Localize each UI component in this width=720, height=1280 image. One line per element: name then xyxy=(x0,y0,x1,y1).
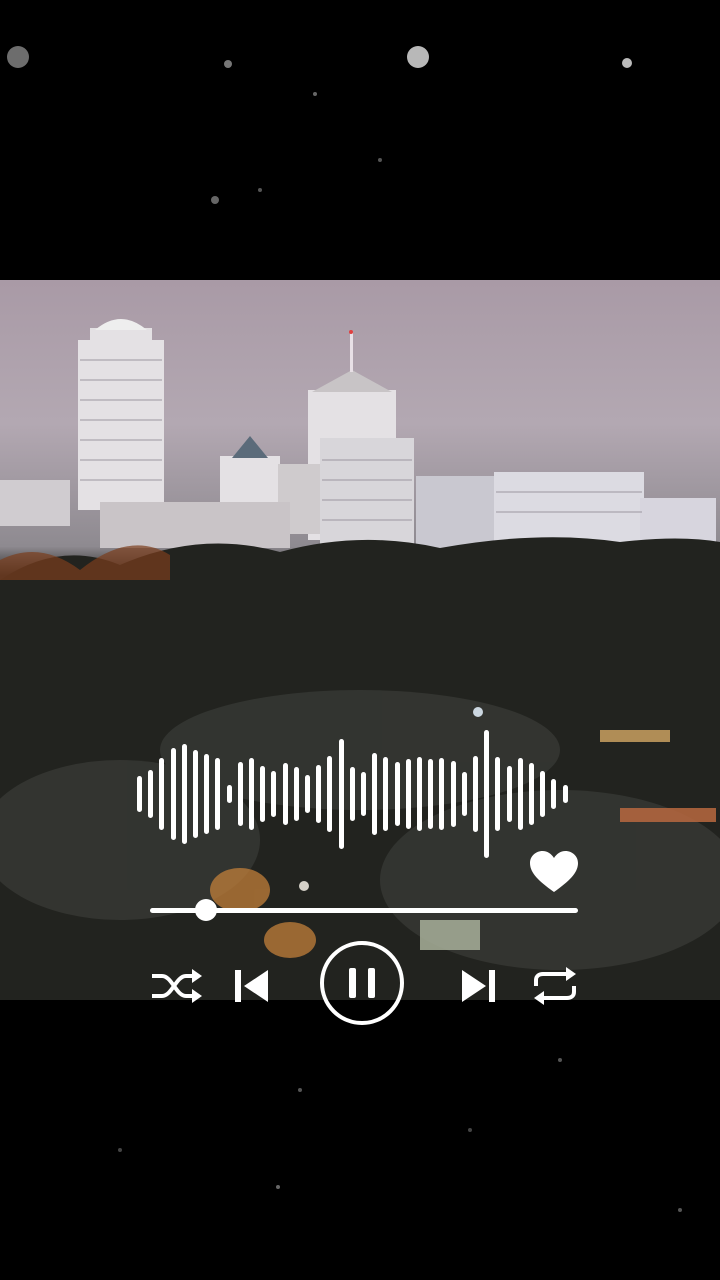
waveform-bar xyxy=(137,776,142,812)
skip-previous-icon xyxy=(235,970,268,1002)
waveform-bar xyxy=(237,762,243,826)
like-button[interactable] xyxy=(529,850,579,894)
skip-next-icon xyxy=(462,970,495,1002)
waveform-bar xyxy=(282,763,288,825)
waveform-bar xyxy=(181,744,187,844)
waveform-bar xyxy=(461,772,467,816)
waveform-bar xyxy=(361,772,366,816)
waveform-bar xyxy=(193,750,198,838)
waveform-bar xyxy=(495,756,501,832)
waveform-bar xyxy=(439,758,445,830)
waveform-bar xyxy=(260,765,266,823)
waveform-bar xyxy=(417,756,422,832)
waveform-bar xyxy=(506,765,512,823)
waveform-bar xyxy=(405,759,411,829)
waveform-bar xyxy=(327,755,333,833)
waveform-bar xyxy=(517,758,523,830)
waveform-bar xyxy=(249,758,254,830)
shuffle-icon xyxy=(152,969,202,1003)
pause-icon-bar xyxy=(368,968,375,998)
waveform-bar xyxy=(316,764,322,824)
waveform-bar xyxy=(338,738,344,850)
heart-icon xyxy=(530,851,578,892)
waveform-bar xyxy=(170,747,176,841)
shuffle-button[interactable] xyxy=(148,966,206,1006)
progress-thumb[interactable] xyxy=(194,899,217,921)
waveform-bar xyxy=(159,758,165,830)
audio-waveform xyxy=(0,280,720,1000)
waveform-bar xyxy=(349,767,355,821)
previous-button[interactable] xyxy=(232,966,272,1006)
waveform-bar xyxy=(226,785,232,803)
waveform-bar xyxy=(215,758,221,830)
waveform-bar xyxy=(562,785,568,803)
waveform-bar xyxy=(551,778,557,810)
repeat-button[interactable] xyxy=(530,966,580,1006)
waveform-bar xyxy=(305,774,310,814)
waveform-bar xyxy=(529,763,534,825)
waveform-bar xyxy=(293,767,299,821)
waveform-bar xyxy=(204,754,210,834)
waveform-bar xyxy=(428,758,434,830)
pause-button[interactable] xyxy=(320,941,404,1025)
waveform-bar xyxy=(383,756,389,832)
waveform-bar xyxy=(394,762,400,826)
waveform-bar xyxy=(484,730,490,858)
waveform-bar xyxy=(271,770,277,818)
waveform-bar xyxy=(473,755,478,833)
waveform-bar xyxy=(372,753,378,835)
waveform-bar xyxy=(450,760,456,828)
waveform-bar xyxy=(540,770,546,818)
repeat-icon xyxy=(534,967,576,1005)
pause-icon xyxy=(349,968,356,998)
waveform-bar xyxy=(148,769,154,819)
next-button[interactable] xyxy=(458,966,498,1006)
